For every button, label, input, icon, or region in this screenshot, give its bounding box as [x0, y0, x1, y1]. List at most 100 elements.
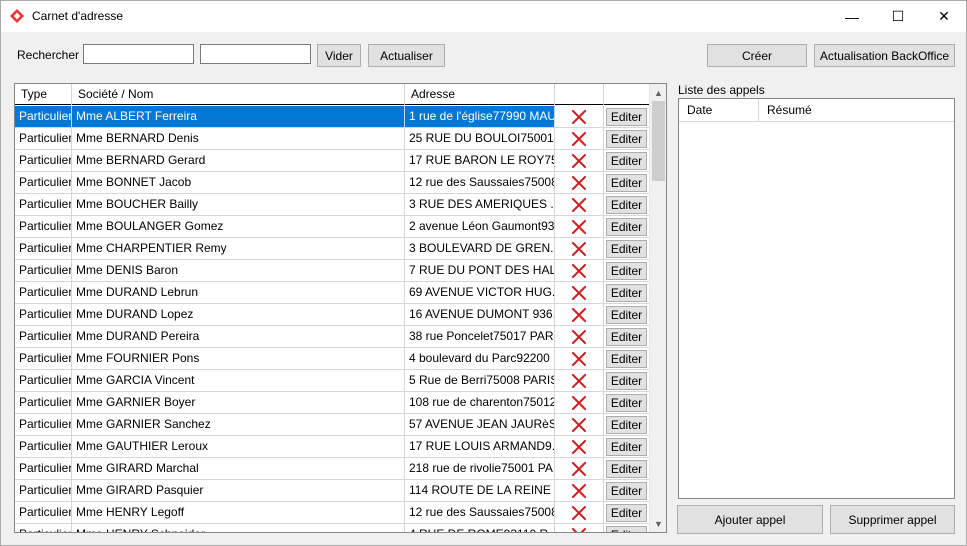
- delete-row-button[interactable]: [555, 128, 604, 149]
- cell-name[interactable]: Mme BERNARD Gerard: [72, 150, 405, 171]
- cell-type[interactable]: Particulier: [15, 282, 72, 303]
- cell-type[interactable]: Particulier: [15, 524, 72, 532]
- delete-row-button[interactable]: [555, 238, 604, 259]
- table-row[interactable]: Particulier Mme FOURNIER Pons 4 boulevard …: [15, 348, 650, 370]
- cell-address[interactable]: 3 BOULEVARD DE GREN...: [405, 238, 555, 259]
- backoffice-refresh-button[interactable]: Actualisation BackOffice: [814, 44, 955, 67]
- delete-row-button[interactable]: [555, 106, 604, 127]
- search-input-1[interactable]: [83, 44, 194, 64]
- close-button[interactable]: ✕: [921, 1, 966, 32]
- cell-address[interactable]: 25 RUE DU BOULOI75001 ...: [405, 128, 555, 149]
- calls-column-summary[interactable]: Résumé: [759, 99, 954, 122]
- cell-name[interactable]: Mme BONNET Jacob: [72, 172, 405, 193]
- create-button[interactable]: Créer: [707, 44, 807, 67]
- delete-row-button[interactable]: [555, 370, 604, 391]
- column-header-name[interactable]: Société / Nom: [72, 84, 405, 105]
- table-row[interactable]: Particulier Mme BOUCHER Bailly 3 RUE DES A…: [15, 194, 650, 216]
- cell-type[interactable]: Particulier: [15, 414, 72, 435]
- edit-row-button[interactable]: Editer: [606, 262, 647, 280]
- cell-address[interactable]: 38 rue Poncelet75017 PARIS: [405, 326, 555, 347]
- delete-row-button[interactable]: [555, 414, 604, 435]
- table-row[interactable]: Particulier Mme GARNIER Boyer 108 rue de c…: [15, 392, 650, 414]
- delete-row-button[interactable]: [555, 392, 604, 413]
- cell-name[interactable]: Mme GARNIER Sanchez: [72, 414, 405, 435]
- table-row[interactable]: Particulier Mme GARCIA Vincent 5 Rue de Be…: [15, 370, 650, 392]
- cell-type[interactable]: Particulier: [15, 172, 72, 193]
- cell-name[interactable]: Mme HENRY Legoff: [72, 502, 405, 523]
- cell-type[interactable]: Particulier: [15, 260, 72, 281]
- cell-type[interactable]: Particulier: [15, 326, 72, 347]
- delete-row-button[interactable]: [555, 216, 604, 237]
- column-header-type[interactable]: Type: [15, 84, 72, 105]
- delete-row-button[interactable]: [555, 282, 604, 303]
- cell-address[interactable]: 17 RUE LOUIS ARMAND9...: [405, 436, 555, 457]
- scroll-down-icon[interactable]: ▼: [650, 515, 666, 532]
- table-row[interactable]: Particulier Mme BERNARD Denis 25 RUE DU BO…: [15, 128, 650, 150]
- cell-address[interactable]: 108 rue de charenton75012...: [405, 392, 555, 413]
- cell-name[interactable]: Mme BOULANGER Gomez: [72, 216, 405, 237]
- edit-row-button[interactable]: Editer: [606, 152, 647, 170]
- delete-row-button[interactable]: [555, 348, 604, 369]
- cell-name[interactable]: Mme DURAND Lopez: [72, 304, 405, 325]
- add-call-button[interactable]: Ajouter appel: [677, 505, 823, 534]
- cell-type[interactable]: Particulier: [15, 348, 72, 369]
- edit-row-button[interactable]: Editer: [606, 174, 647, 192]
- delete-row-button[interactable]: [555, 260, 604, 281]
- cell-address[interactable]: 3 RUE DES AMERIQUES ...: [405, 194, 555, 215]
- cell-name[interactable]: Mme DURAND Lebrun: [72, 282, 405, 303]
- table-row[interactable]: Particulier Mme BONNET Jacob 12 rue des Sa…: [15, 172, 650, 194]
- calls-column-date[interactable]: Date: [679, 99, 759, 122]
- cell-address[interactable]: 114 ROUTE DE LA REINE ...: [405, 480, 555, 501]
- search-input-2[interactable]: [200, 44, 311, 64]
- edit-row-button[interactable]: Editer: [606, 108, 647, 126]
- edit-row-button[interactable]: Editer: [606, 504, 647, 522]
- table-row[interactable]: Particulier Mme GIRARD Marchal 218 rue de …: [15, 458, 650, 480]
- cell-name[interactable]: Mme ALBERT Ferreira: [72, 106, 405, 127]
- delete-row-button[interactable]: [555, 436, 604, 457]
- cell-address[interactable]: 17 RUE BARON LE ROY75...: [405, 150, 555, 171]
- delete-row-button[interactable]: [555, 304, 604, 325]
- maximize-button[interactable]: ☐: [875, 1, 921, 32]
- table-row[interactable]: Particulier Mme DENIS Baron 7 RUE DU PONT …: [15, 260, 650, 282]
- cell-name[interactable]: Mme GIRARD Pasquier: [72, 480, 405, 501]
- cell-address[interactable]: 7 RUE DU PONT DES HAL...: [405, 260, 555, 281]
- cell-type[interactable]: Particulier: [15, 150, 72, 171]
- edit-row-button[interactable]: Editer: [606, 284, 647, 302]
- scroll-thumb[interactable]: [652, 101, 665, 181]
- edit-row-button[interactable]: Editer: [606, 350, 647, 368]
- table-row[interactable]: ParticulierMme HENRY Schneider4 RUE DE R…: [15, 524, 650, 532]
- minimize-button[interactable]: —: [829, 1, 875, 32]
- scroll-up-icon[interactable]: ▲: [650, 84, 666, 101]
- cell-name[interactable]: Mme HENRY Schneider: [72, 524, 405, 532]
- table-row[interactable]: Particulier Mme CHARPENTIER Remy 3 BOULEVA…: [15, 238, 650, 260]
- cell-type[interactable]: Particulier: [15, 194, 72, 215]
- cell-type[interactable]: Particulier: [15, 304, 72, 325]
- cell-address[interactable]: 16 AVENUE DUMONT 936...: [405, 304, 555, 325]
- edit-row-button[interactable]: Editer: [606, 240, 647, 258]
- cell-type[interactable]: Particulier: [15, 392, 72, 413]
- delete-row-button[interactable]: [555, 194, 604, 215]
- table-row[interactable]: Particulier Mme GAUTHIER Leroux 17 RUE LOU…: [15, 436, 650, 458]
- delete-row-button[interactable]: [555, 458, 604, 479]
- cell-address[interactable]: 4 boulevard du Parc92200 ...: [405, 348, 555, 369]
- table-row[interactable]: Particulier Mme HENRY Legoff 12 rue des Sa…: [15, 502, 650, 524]
- table-row[interactable]: Particulier Mme BOULANGER Gomez 2 avenue L…: [15, 216, 650, 238]
- cell-address[interactable]: 4 RUE DE ROME93110 R...: [405, 524, 555, 532]
- edit-row-button[interactable]: Editer: [606, 482, 647, 500]
- cell-type[interactable]: Particulier: [15, 128, 72, 149]
- cell-address[interactable]: 1 rue de l'église77990 MAU...: [405, 106, 555, 127]
- cell-address[interactable]: 12 rue des Saussaies75008...: [405, 172, 555, 193]
- cell-type[interactable]: Particulier: [15, 238, 72, 259]
- cell-address[interactable]: 12 rue des Saussaies75008...: [405, 502, 555, 523]
- cell-address[interactable]: 5 Rue de Berri75008 PARIS: [405, 370, 555, 391]
- cell-name[interactable]: Mme GAUTHIER Leroux: [72, 436, 405, 457]
- calls-list[interactable]: Date Résumé: [678, 98, 955, 499]
- edit-row-button[interactable]: Editer: [606, 306, 647, 324]
- edit-row-button[interactable]: Editer: [606, 438, 647, 456]
- delete-row-button[interactable]: [555, 524, 604, 532]
- cell-type[interactable]: Particulier: [15, 436, 72, 457]
- delete-row-button[interactable]: [555, 502, 604, 523]
- cell-type[interactable]: Particulier: [15, 370, 72, 391]
- cell-type[interactable]: Particulier: [15, 480, 72, 501]
- cell-name[interactable]: Mme GIRARD Marchal: [72, 458, 405, 479]
